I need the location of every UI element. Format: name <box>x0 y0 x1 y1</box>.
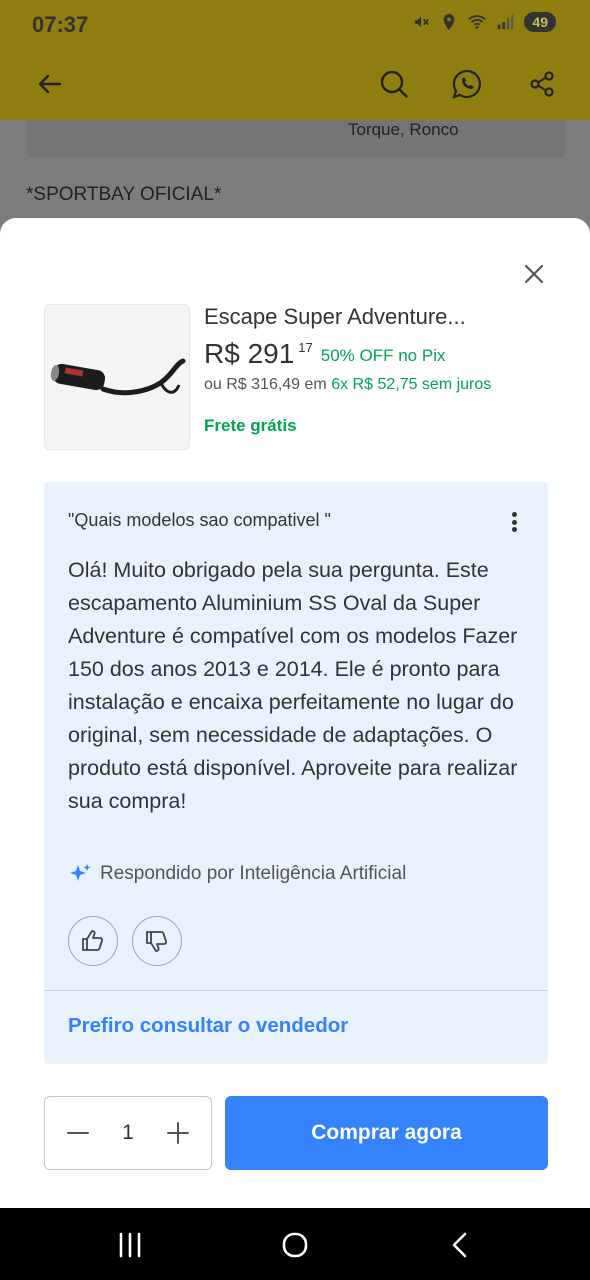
thumbs-up-icon <box>82 930 104 951</box>
product-image <box>44 304 190 450</box>
share-button[interactable] <box>522 64 562 104</box>
installments: ou R$ 316,49 em 6x R$ 52,75 sem juros <box>204 376 564 394</box>
installments-prefix: ou R$ 316,49 em <box>204 376 332 393</box>
consult-seller-link[interactable]: Prefiro consultar o vendedor <box>68 1014 348 1038</box>
app-bar <box>0 48 590 120</box>
back-button[interactable] <box>30 64 70 104</box>
recent-apps-icon[interactable] <box>116 1230 146 1260</box>
close-icon[interactable] <box>520 260 548 288</box>
back-arrow-icon <box>38 74 62 94</box>
plus-icon[interactable] <box>165 1120 191 1146</box>
quantity-value: 1 <box>122 1121 134 1144</box>
thumbs-down-button[interactable] <box>132 916 182 966</box>
search-icon <box>380 70 408 98</box>
answer-text: Olá! Muito obrigado pela sua pergunta. E… <box>68 558 518 813</box>
more-options-icon[interactable] <box>504 510 524 534</box>
buy-now-button[interactable]: Comprar agora <box>225 1096 548 1170</box>
home-icon[interactable] <box>280 1230 310 1260</box>
status-icons: 49 <box>412 12 556 32</box>
free-shipping-label: Frete grátis <box>204 416 297 435</box>
product-title: Escape Super Adventure... <box>204 304 466 329</box>
pix-discount: 50% OFF no Pix <box>320 346 446 365</box>
signal-icon <box>498 14 514 30</box>
ai-sparkle-icon <box>70 864 91 881</box>
background-card: Torque, Ronco <box>26 120 566 158</box>
quantity-stepper: 1 <box>44 1096 212 1170</box>
status-bar: 07:37 49 <box>0 0 590 48</box>
share-icon <box>530 71 554 97</box>
thumbs-down-icon <box>146 931 168 952</box>
price-cents: 17 <box>298 340 313 355</box>
product-summary: Escape Super Adventure... R$ 291 17 50% … <box>44 304 554 452</box>
mute-icon <box>415 16 430 28</box>
divider <box>44 990 548 991</box>
system-nav-bar <box>0 1208 590 1280</box>
price-main: R$ 291 <box>204 338 295 369</box>
background-seller-name: *SPORTBAY OFICIAL* <box>26 184 222 205</box>
question-text: "Quais modelos sao compativel " <box>68 510 331 530</box>
back-nav-icon[interactable] <box>446 1230 476 1260</box>
status-time: 07:37 <box>32 12 89 37</box>
feedback-buttons <box>68 916 182 966</box>
location-icon <box>444 13 455 31</box>
search-button[interactable] <box>374 64 414 104</box>
question-bottom-sheet: Escape Super Adventure... R$ 291 17 50% … <box>0 218 590 1208</box>
installments-highlight: 6x R$ 52,75 sem juros <box>331 376 492 393</box>
whatsapp-button[interactable] <box>447 64 487 104</box>
product-info: Escape Super Adventure... R$ 291 17 50% … <box>204 304 564 436</box>
background-card-text: Torque, Ronco <box>348 120 459 139</box>
qa-card: "Quais modelos sao compativel " Olá! Mui… <box>44 482 548 1064</box>
battery-indicator: 49 <box>524 12 556 32</box>
wifi-icon <box>468 15 487 29</box>
ai-answer-label: Respondido por Inteligência Artificial <box>100 863 407 884</box>
minus-icon[interactable] <box>65 1120 91 1146</box>
exhaust-image <box>50 358 186 396</box>
thumbs-up-button[interactable] <box>68 916 118 966</box>
whatsapp-icon <box>452 69 482 99</box>
price-row: R$ 291 17 50% OFF no Pix <box>204 338 564 370</box>
ai-answer-row: Respondido por Inteligência Artificial <box>68 862 406 886</box>
